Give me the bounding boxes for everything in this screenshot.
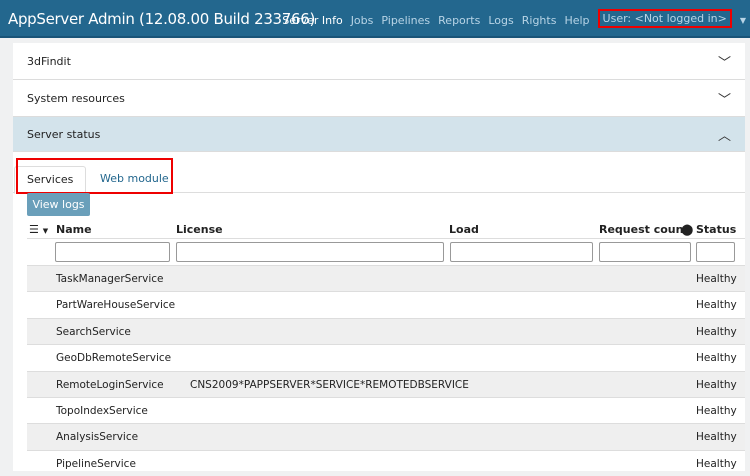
chevron-down-icon: ﹀ — [717, 92, 731, 108]
col-name[interactable]: Name — [56, 223, 92, 236]
table-row[interactable]: PipelineService Healthy — [27, 449, 745, 476]
nav-rights[interactable]: Rights — [522, 14, 557, 27]
top-navbar: AppServer Admin (12.08.00 Build 233766) … — [0, 0, 750, 38]
chevron-down-icon: ﹀ — [717, 55, 731, 71]
highlight-box — [16, 158, 173, 194]
panel-title: Server status — [27, 127, 101, 141]
service-name: PipelineService — [56, 457, 136, 470]
nav-server-info[interactable]: Server Info — [282, 14, 342, 27]
col-status[interactable]: Status — [696, 223, 736, 236]
filter-request-count-input[interactable] — [599, 242, 691, 262]
table-row[interactable]: PartWareHouseService Healthy — [27, 291, 745, 317]
table-row[interactable]: TaskManagerService Healthy — [27, 265, 745, 292]
column-menu-icon[interactable]: ☰ ▼ — [29, 223, 48, 236]
filter-name-input[interactable] — [55, 242, 170, 262]
service-status: Healthy — [696, 378, 737, 391]
service-status: Healthy — [696, 299, 737, 312]
service-status: Healthy — [696, 352, 737, 365]
service-status: Healthy — [696, 325, 737, 338]
table-row[interactable]: AnalysisService Healthy — [27, 423, 745, 450]
filter-license-input[interactable] — [176, 242, 444, 262]
user-menu[interactable]: User: <Not logged in> — [597, 9, 732, 28]
nav-help[interactable]: Help — [564, 14, 589, 27]
table-row[interactable]: RemoteLoginService CNS2009*PAPPSERVER*SE… — [27, 370, 745, 397]
col-license[interactable]: License — [176, 223, 223, 236]
nav-jobs[interactable]: Jobs — [351, 14, 374, 27]
table-row[interactable]: GeoDbRemoteService Healthy — [27, 344, 745, 370]
service-name: AnalysisService — [56, 431, 139, 444]
panel-3dfindit[interactable]: 3dFindit ﹀ — [13, 43, 745, 80]
service-name: TopoIndexService — [56, 405, 148, 417]
service-name: SearchService — [56, 325, 131, 338]
table-row[interactable]: TopoIndexService Healthy — [27, 397, 745, 423]
filter-status-input[interactable] — [696, 242, 735, 262]
main-nav: Server Info Jobs Pipelines Reports Logs … — [282, 9, 746, 28]
nav-reports[interactable]: Reports — [438, 14, 480, 27]
panel-system-resources[interactable]: System resources ﹀ — [13, 80, 745, 117]
filter-load-input[interactable] — [450, 242, 593, 262]
table-row[interactable]: SearchService Healthy — [27, 317, 745, 345]
panel-title: 3dFindit — [27, 54, 71, 68]
service-name: RemoteLoginService — [56, 378, 164, 391]
col-request-count[interactable]: Request count — [599, 223, 689, 236]
service-status: Healthy — [696, 457, 737, 470]
service-status: Healthy — [696, 273, 737, 285]
main-content: 3dFindit ﹀ System resources ﹀ Server statu… — [13, 43, 745, 471]
divider — [27, 238, 745, 239]
view-logs-button[interactable]: View logs — [27, 193, 90, 216]
nav-logs[interactable]: Logs — [488, 14, 513, 27]
caret-down-icon[interactable]: ▼ — [740, 16, 746, 25]
service-status: Healthy — [696, 405, 737, 417]
app-title: AppServer Admin (12.08.00 Build 233766) — [8, 10, 316, 28]
sort-desc-icon[interactable]: ⬤ — [681, 223, 693, 236]
service-name: TaskManagerService — [56, 273, 164, 285]
service-status: Healthy — [696, 431, 737, 444]
col-load[interactable]: Load — [449, 223, 479, 236]
chevron-up-icon: ︿ — [717, 128, 731, 144]
service-license: CNS2009*PAPPSERVER*SERVICE*REMOTEDBSERVI… — [190, 378, 469, 391]
panel-server-status[interactable]: Server status ︿ — [13, 117, 745, 152]
service-name: PartWareHouseService — [56, 299, 176, 312]
service-name: GeoDbRemoteService — [56, 352, 172, 365]
nav-pipelines[interactable]: Pipelines — [381, 14, 430, 27]
panel-title: System resources — [27, 91, 125, 105]
